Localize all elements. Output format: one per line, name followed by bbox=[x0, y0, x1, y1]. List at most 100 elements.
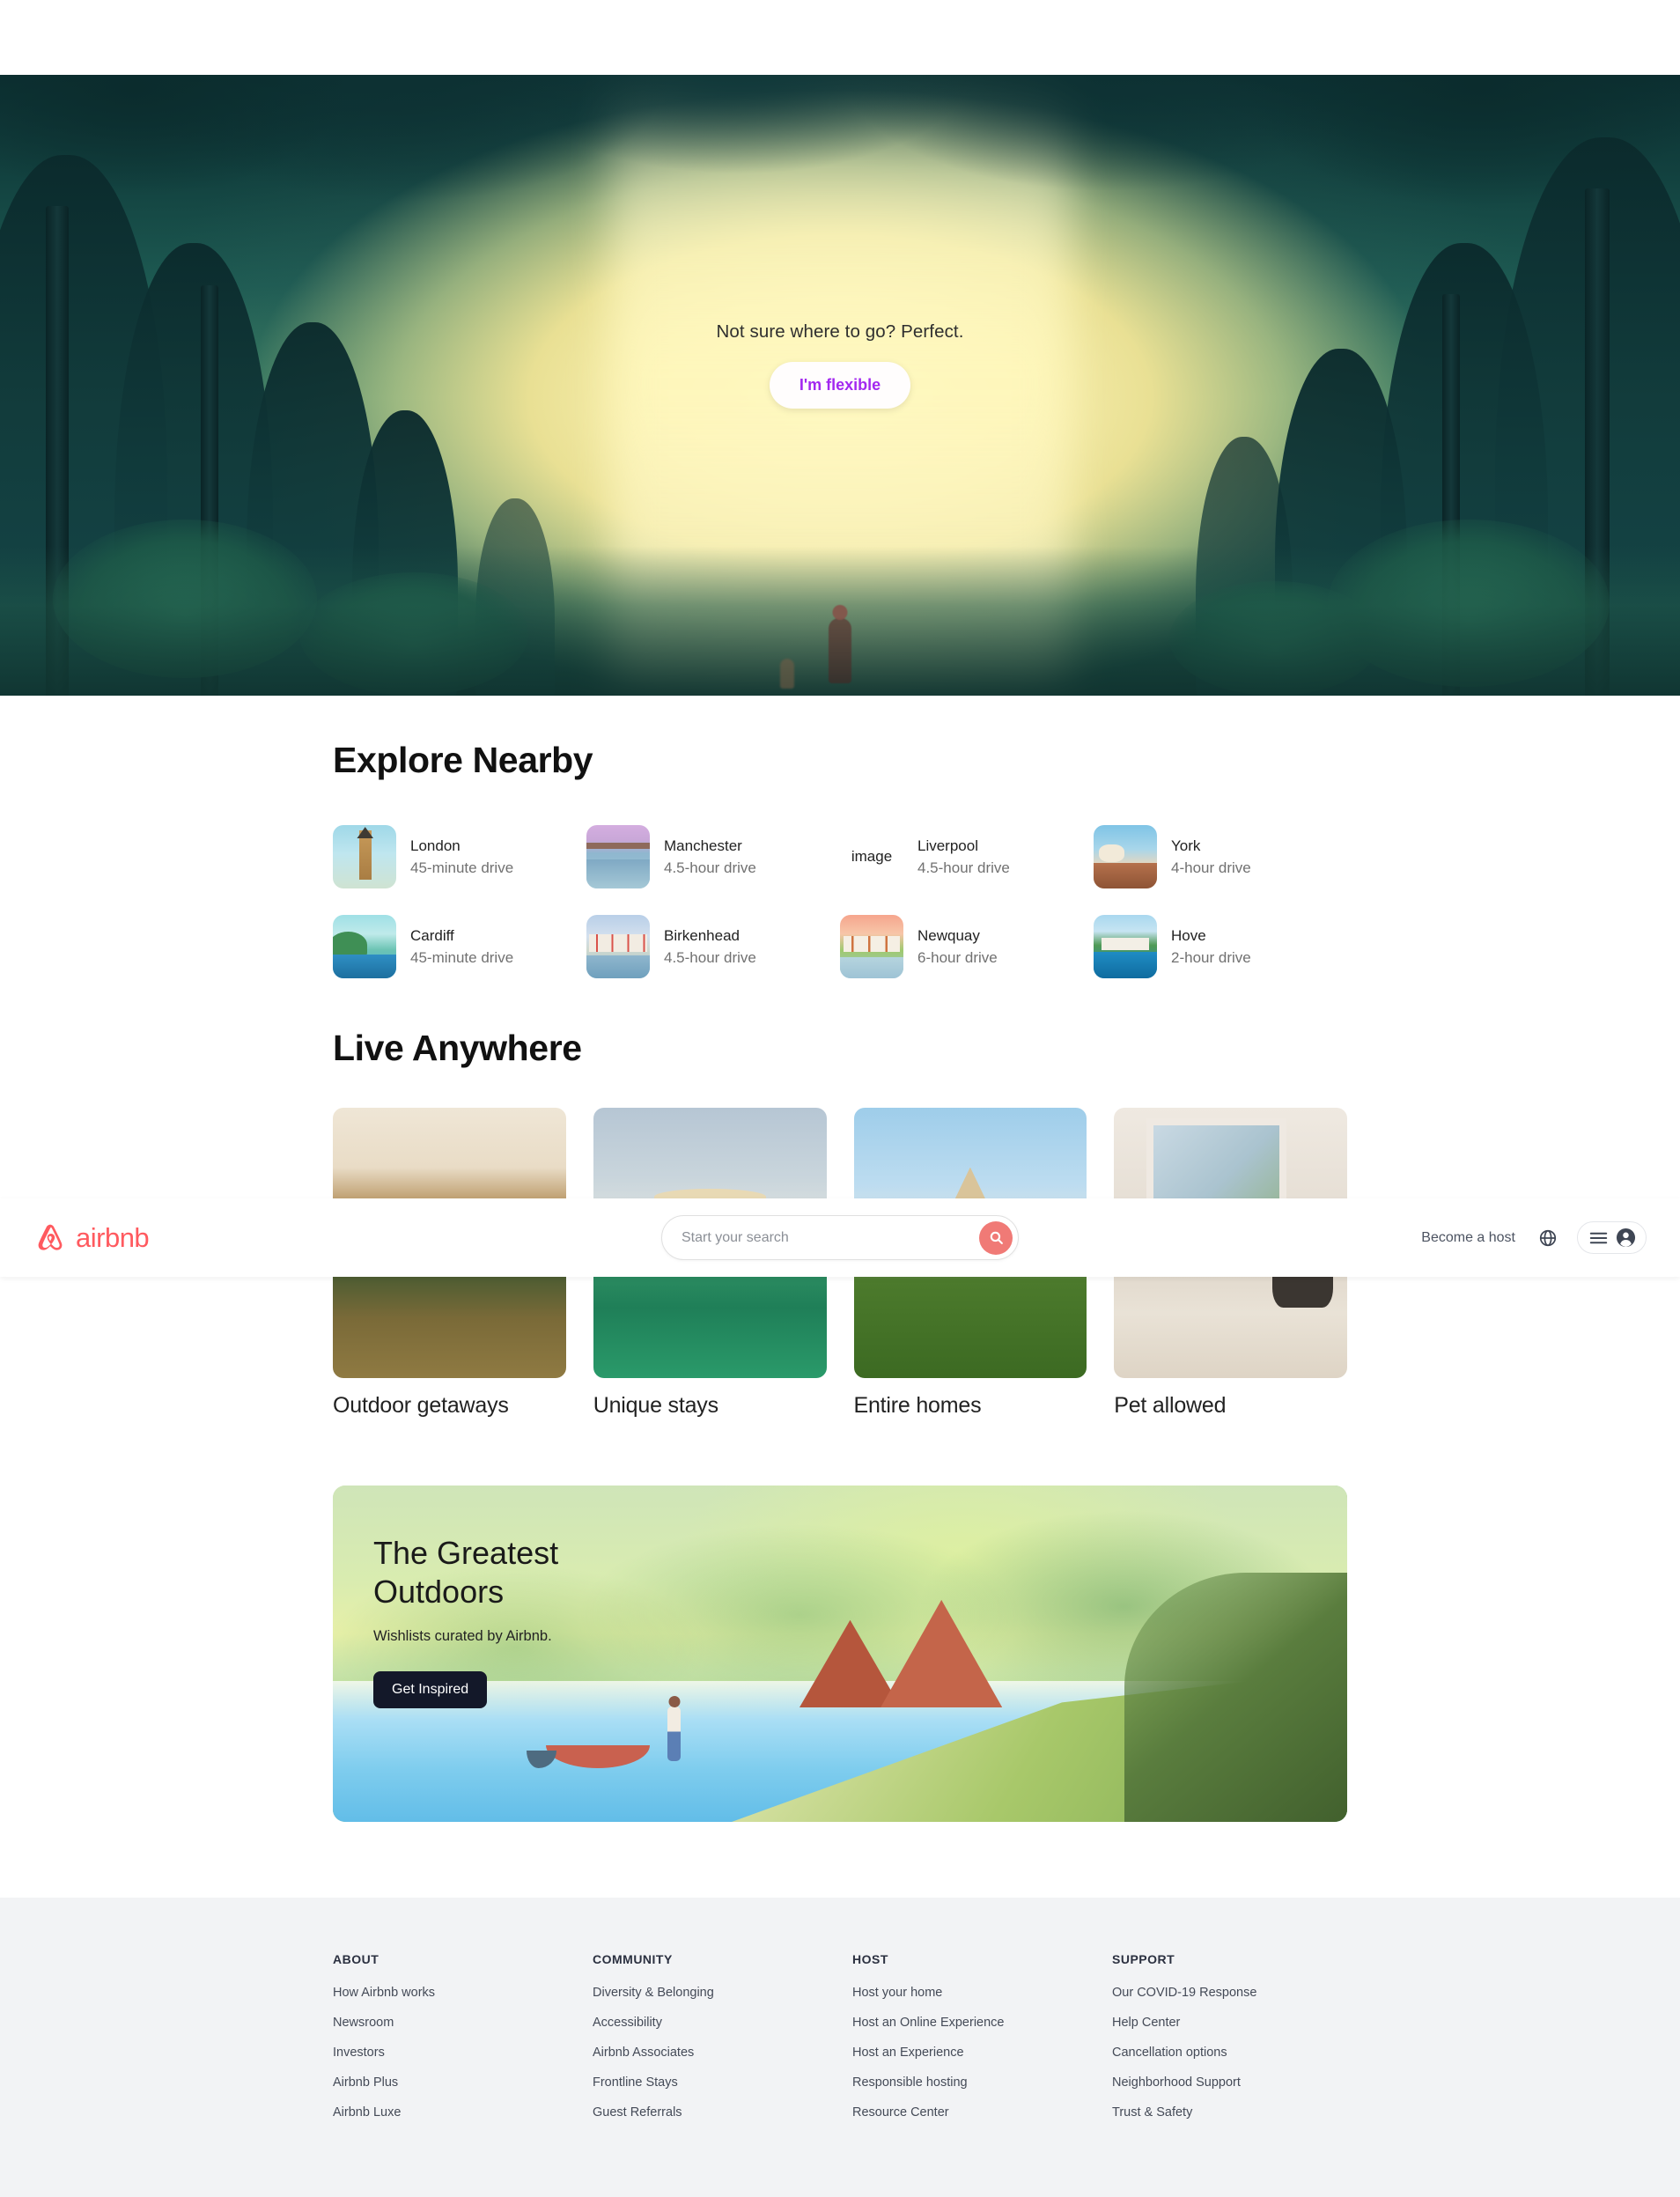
hero-copy: Not sure where to go? Perfect. I'm flexi… bbox=[0, 321, 1680, 409]
language-globe-button[interactable] bbox=[1533, 1223, 1563, 1253]
search-container bbox=[661, 1215, 1019, 1260]
city-card[interactable]: Hove 2-hour drive bbox=[1094, 908, 1347, 985]
footer-link[interactable]: Newsroom bbox=[333, 2016, 568, 2030]
explore-nearby-section: Explore Nearby London 45-minute drive Manc… bbox=[0, 696, 1680, 985]
footer-column-heading: COMMUNITY bbox=[593, 1952, 673, 1966]
footer-column: HOST Host your home Host an Online Experie… bbox=[852, 1952, 1087, 2135]
user-avatar-icon bbox=[1616, 1228, 1636, 1248]
footer-link[interactable]: Responsible hosting bbox=[852, 2075, 1087, 2090]
city-card[interactable]: Birkenhead 4.5-hour drive bbox=[586, 908, 840, 985]
city-name: Cardiff bbox=[410, 926, 454, 944]
footer-link[interactable]: Host an Online Experience bbox=[852, 2016, 1087, 2030]
footer-link[interactable]: Diversity & Belonging bbox=[593, 1986, 828, 2000]
city-name: York bbox=[1171, 837, 1201, 854]
city-card[interactable]: London 45-minute drive bbox=[333, 818, 586, 896]
hero-canopy bbox=[0, 75, 1680, 286]
footer-column-heading: SUPPORT bbox=[1112, 1952, 1175, 1966]
city-name: London bbox=[410, 837, 461, 854]
become-a-host-link[interactable]: Become a host bbox=[1418, 1223, 1519, 1253]
city-card[interactable]: Manchester 4.5-hour drive bbox=[586, 818, 840, 896]
hamburger-menu-icon bbox=[1589, 1232, 1608, 1243]
city-text: Liverpool 4.5-hour drive bbox=[917, 835, 1010, 880]
footer-link[interactable]: Resource Center bbox=[852, 2105, 1087, 2120]
footer-column-heading: HOST bbox=[852, 1952, 888, 1966]
footer-link[interactable]: Airbnb Luxe bbox=[333, 2105, 568, 2120]
city-distance: 4-hour drive bbox=[1171, 859, 1251, 876]
footer-column: ABOUT How Airbnb works Newsroom Investors Ai… bbox=[333, 1952, 568, 2135]
hero-tagline: Not sure where to go? Perfect. bbox=[716, 321, 964, 342]
city-text: Cardiff 45-minute drive bbox=[410, 925, 513, 969]
explore-nearby-grid: London 45-minute drive Manchester 4.5-hour … bbox=[333, 818, 1347, 985]
promo-title: The Greatest Outdoors bbox=[373, 1535, 559, 1610]
footer-link[interactable]: Trust & Safety bbox=[1112, 2105, 1347, 2120]
city-thumbnail bbox=[1094, 825, 1157, 888]
footer-link[interactable]: Investors bbox=[333, 2046, 568, 2060]
footer-link[interactable]: Host your home bbox=[852, 1986, 1087, 2000]
live-anywhere-title: Live Anywhere bbox=[333, 1028, 582, 1068]
footer-link[interactable]: Neighborhood Support bbox=[1112, 2075, 1347, 2090]
footer-column: SUPPORT Our COVID-19 Response Help Center C… bbox=[1112, 1952, 1347, 2135]
footer-link[interactable]: Host an Experience bbox=[852, 2046, 1087, 2060]
city-distance: 4.5-hour drive bbox=[664, 859, 756, 876]
city-name: Liverpool bbox=[917, 837, 978, 854]
footer-column-heading: ABOUT bbox=[333, 1952, 379, 1966]
promo-subtitle: Wishlists curated by Airbnb. bbox=[373, 1627, 552, 1644]
im-flexible-button[interactable]: I'm flexible bbox=[769, 362, 911, 409]
footer-link[interactable]: Guest Referrals bbox=[593, 2105, 828, 2120]
city-distance: 4.5-hour drive bbox=[664, 949, 756, 966]
airbnb-bely-icon bbox=[38, 1224, 63, 1250]
footer-link[interactable]: Airbnb Associates bbox=[593, 2046, 828, 2060]
city-distance: 2-hour drive bbox=[1171, 949, 1251, 966]
city-name: Birkenhead bbox=[664, 926, 741, 944]
city-card[interactable]: York 4-hour drive bbox=[1094, 818, 1347, 896]
search-input[interactable] bbox=[682, 1229, 979, 1246]
hero-section: Not sure where to go? Perfect. I'm flexi… bbox=[0, 75, 1680, 696]
city-distance: 45-minute drive bbox=[410, 949, 514, 966]
city-name: Manchester bbox=[664, 837, 742, 854]
site-footer: ABOUT How Airbnb works Newsroom Investors Ai… bbox=[0, 1898, 1680, 2197]
globe-icon bbox=[1539, 1229, 1557, 1246]
city-distance: 6-hour drive bbox=[917, 949, 998, 966]
footer-link[interactable]: Our COVID-19 Response bbox=[1112, 1986, 1347, 2000]
get-inspired-button[interactable]: Get Inspired bbox=[373, 1670, 488, 1708]
city-distance: 4.5-hour drive bbox=[917, 859, 1010, 876]
city-thumbnail: image bbox=[840, 825, 903, 888]
footer-link[interactable]: Airbnb Plus bbox=[333, 2075, 568, 2090]
city-thumbnail bbox=[333, 915, 396, 978]
city-thumbnail bbox=[333, 825, 396, 888]
promo-rock-outcrop bbox=[1124, 1573, 1347, 1822]
footer-column: COMMUNITY Diversity & Belonging Accessibil… bbox=[593, 1952, 828, 2135]
search-submit-button[interactable] bbox=[979, 1220, 1013, 1255]
header-actions: Become a host bbox=[1418, 1221, 1647, 1254]
search-pill[interactable] bbox=[661, 1215, 1019, 1260]
live-card-caption: Entire homes bbox=[853, 1393, 982, 1418]
city-card[interactable]: Newquay 6-hour drive bbox=[840, 908, 1094, 985]
city-card[interactable]: Cardiff 45-minute drive bbox=[333, 908, 586, 985]
city-card[interactable]: image Liverpool 4.5-hour drive bbox=[840, 818, 1094, 896]
profile-menu-button[interactable] bbox=[1577, 1221, 1647, 1254]
footer-link[interactable]: Help Center bbox=[1112, 2016, 1347, 2030]
footer-columns: ABOUT How Airbnb works Newsroom Investors Ai… bbox=[333, 1952, 1347, 2135]
city-thumbnail bbox=[586, 825, 650, 888]
city-text: Newquay 6-hour drive bbox=[917, 925, 998, 969]
city-text: Manchester 4.5-hour drive bbox=[664, 835, 756, 880]
live-card-caption: Outdoor getaways bbox=[333, 1393, 509, 1418]
city-thumbnail bbox=[840, 915, 903, 978]
city-thumbnail bbox=[1094, 915, 1157, 978]
greatest-outdoors-banner[interactable]: The Greatest Outdoors Wishlists curated … bbox=[333, 1486, 1347, 1822]
footer-link[interactable]: Frontline Stays bbox=[593, 2075, 828, 2090]
footer-link[interactable]: Cancellation options bbox=[1112, 2046, 1347, 2060]
hero-figure-walker bbox=[829, 618, 851, 683]
airbnb-logo[interactable]: airbnb bbox=[33, 1220, 150, 1256]
city-distance: 45-minute drive bbox=[410, 859, 514, 876]
city-name: Newquay bbox=[917, 926, 980, 944]
promo-person bbox=[667, 1707, 682, 1762]
broken-image-alt-text: image bbox=[851, 848, 893, 865]
search-icon bbox=[990, 1231, 1003, 1244]
footer-link[interactable]: Accessibility bbox=[593, 2016, 828, 2030]
hero-figure-child bbox=[780, 659, 794, 689]
city-thumbnail bbox=[586, 915, 650, 978]
site-header: airbnb Become a host bbox=[0, 1198, 1680, 1277]
top-white-strip bbox=[0, 0, 1680, 75]
footer-link[interactable]: How Airbnb works bbox=[333, 1986, 568, 2000]
